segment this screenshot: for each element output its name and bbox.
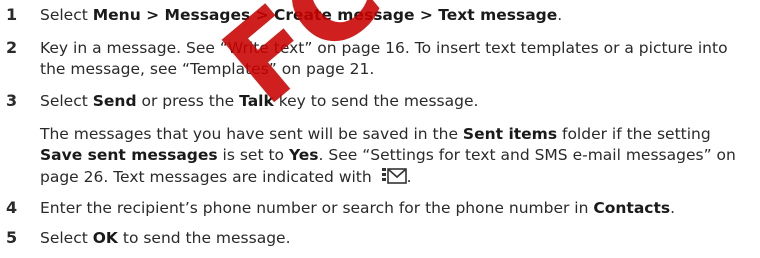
step-line: Key in a message. See “Write text” on pa… — [40, 39, 728, 57]
step-line: the message, see “Templates” on page 21. — [40, 60, 375, 78]
step-number: 2 — [6, 38, 18, 57]
step-line: Enter the recipient’s phone number or se… — [40, 199, 676, 217]
step-number: 1 — [6, 5, 18, 24]
step-number: 4 — [6, 198, 18, 217]
message-envelope-icon — [381, 166, 407, 186]
step-number: 3 — [6, 91, 18, 110]
step-line: Select Menu > Messages > Create message … — [40, 6, 563, 24]
step-line: Save sent messages is set to Yes. See “S… — [40, 146, 736, 164]
step-number: 5 — [6, 228, 18, 247]
step-line: Select OK to send the message. — [40, 229, 291, 247]
step-line: page 26. Text messages are indicated wit… — [40, 166, 412, 186]
step-line: The messages that you have sent will be … — [40, 125, 711, 143]
step-line: Select Send or press the Talk key to sen… — [40, 92, 479, 110]
